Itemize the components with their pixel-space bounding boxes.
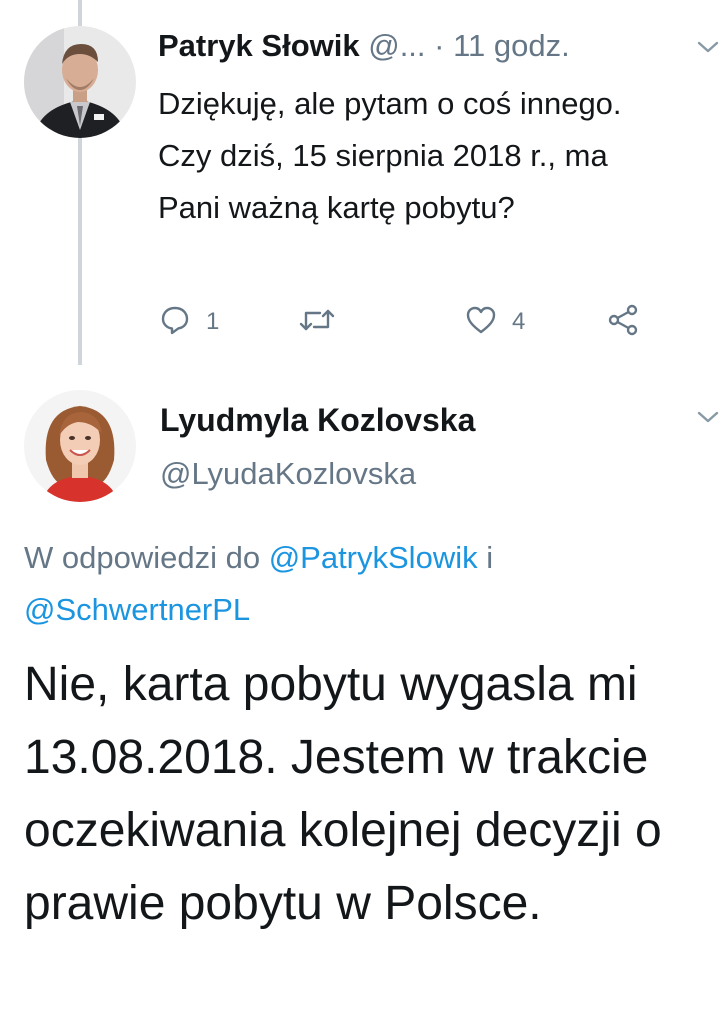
share-icon [606, 303, 640, 342]
avatar-patryk[interactable] [24, 26, 136, 138]
retweet-icon [298, 303, 336, 342]
tweet-thread: Patryk Słowik @... · 11 godz. Dziękuję, … [0, 0, 728, 1023]
reply-mention-schwertner[interactable]: @SchwertnerPL [24, 592, 250, 627]
tweet-text: Nie, karta pobytu wygasla mi 13.08.2018.… [24, 658, 662, 930]
like-button[interactable]: 4 [464, 300, 525, 344]
reply-count: 1 [206, 308, 220, 335]
chevron-down-icon[interactable] [697, 410, 719, 424]
reply-joiner: i [477, 540, 494, 575]
like-count: 4 [512, 308, 526, 335]
reply-context: W odpowiedzi do @PatrykSlowik i @Schwert… [24, 532, 704, 636]
author-handle[interactable]: @LyudaKozlovska [160, 452, 416, 496]
avatar-lyudmyla[interactable] [24, 390, 136, 502]
reply-prefix: W odpowiedzi do [24, 540, 269, 575]
tweet-timestamp[interactable]: 11 godz. [453, 28, 570, 63]
header-separator: · [434, 28, 445, 63]
tweet-header: Patryk Słowik @... · 11 godz. [158, 24, 688, 68]
reply-button[interactable]: 1 [158, 300, 219, 344]
heart-icon [464, 303, 498, 342]
tweet-actions: 1 4 [158, 300, 658, 344]
reply-icon [158, 303, 192, 342]
reply-mention-patryk[interactable]: @PatrykSlowik [269, 540, 478, 575]
author-handle[interactable]: @... [368, 28, 425, 63]
share-button[interactable] [606, 300, 640, 344]
author-name[interactable]: Patryk Słowik [158, 28, 360, 63]
author-name[interactable]: Lyudmyla Kozlovska [160, 398, 475, 442]
tweet-reply-patryk[interactable]: Patryk Słowik @... · 11 godz. Dziękuję, … [0, 0, 728, 370]
tweet-text: Dziękuję, ale pytam o coś innego. Czy dz… [158, 86, 622, 225]
chevron-down-icon[interactable] [697, 40, 719, 54]
retweet-button[interactable] [298, 300, 336, 344]
